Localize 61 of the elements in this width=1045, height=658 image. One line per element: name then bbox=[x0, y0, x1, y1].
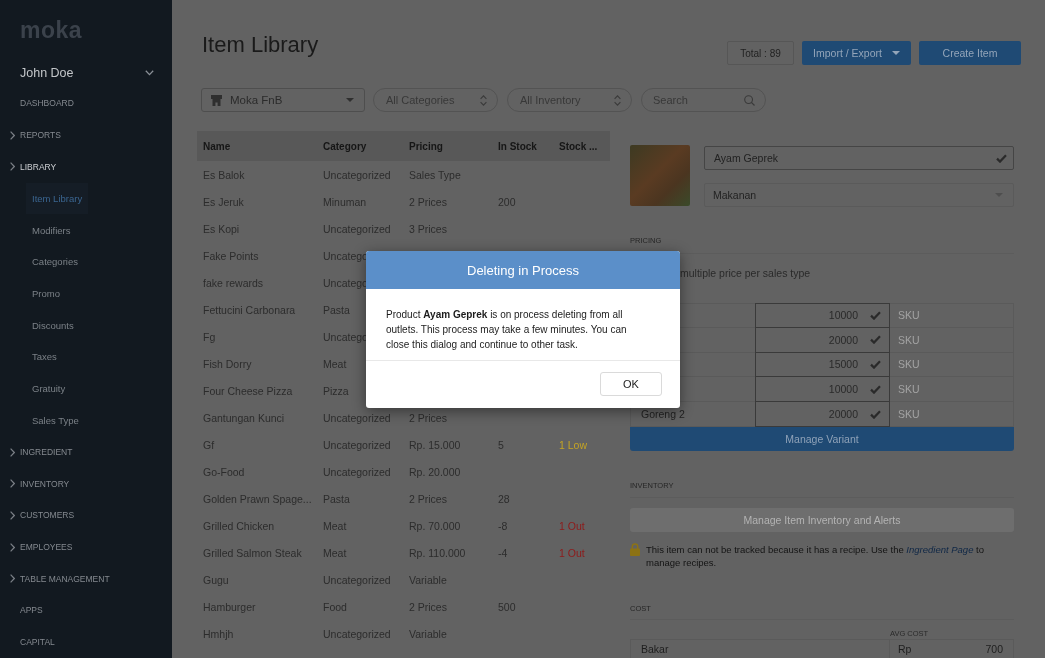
sidebar-item[interactable]: TABLE MANAGEMENT bbox=[0, 562, 110, 595]
avg-cost-field[interactable]: Rp 700 bbox=[890, 639, 1014, 658]
lock-icon bbox=[630, 543, 640, 556]
chevron-right-icon bbox=[10, 479, 15, 489]
dialog-message: Product Ayam Geprek is on process deleting from all outlets. This process may take a few minutes. You can close this dialog and continue to other task. bbox=[386, 308, 628, 352]
sidebar-subitem[interactable]: Gratuity bbox=[26, 372, 72, 405]
user-name[interactable]: John Doe bbox=[20, 66, 74, 81]
sku-input[interactable]: SKU bbox=[890, 303, 1014, 328]
column-header[interactable]: In Stock bbox=[498, 140, 537, 152]
sidebar-item[interactable]: INGREDIENT bbox=[0, 436, 73, 468]
chevron-right-icon bbox=[10, 542, 15, 552]
dialog-title: Deleting in Process bbox=[467, 262, 579, 278]
caret-down-icon bbox=[891, 51, 900, 55]
sidebar-subitem[interactable]: Discounts bbox=[26, 309, 80, 342]
sku-input[interactable]: SKU bbox=[890, 377, 1014, 403]
category-select[interactable]: Makanan bbox=[704, 183, 1014, 207]
column-header[interactable]: Stock ... bbox=[559, 140, 598, 152]
ingredient-page-link[interactable]: Ingredient Page bbox=[906, 544, 974, 555]
sidebar-item[interactable]: CAPITAL bbox=[0, 626, 55, 658]
stock-status-text: 1 Out bbox=[559, 546, 585, 559]
stock-status-text: 1 Low bbox=[559, 438, 588, 451]
sidebar-subitem[interactable]: Promo bbox=[26, 277, 66, 310]
cost-name: Bakar bbox=[641, 643, 669, 655]
chevron-right-icon bbox=[10, 162, 15, 172]
total-count: Total : 89 bbox=[727, 41, 794, 65]
caret-down-icon bbox=[346, 98, 354, 102]
sidebar-item[interactable]: REPORTS bbox=[0, 119, 61, 151]
create-item-button[interactable]: Create Item bbox=[919, 41, 1021, 65]
sidebar-item[interactable]: DASHBOARD bbox=[0, 87, 74, 120]
chevron-down-icon bbox=[145, 70, 154, 77]
sidebar-subitem[interactable]: Taxes bbox=[26, 341, 63, 373]
sidebar-subitem[interactable]: Modifiers bbox=[26, 214, 77, 247]
up-down-chevron-icon bbox=[480, 94, 487, 106]
sku-input[interactable]: SKU bbox=[890, 402, 1014, 427]
page-title: Item Library bbox=[202, 31, 319, 59]
manage-variant-button[interactable]: Manage Variant bbox=[630, 427, 1014, 451]
import-export-button[interactable]: Import / Export bbox=[802, 41, 911, 65]
chevron-right-icon bbox=[10, 130, 15, 140]
sku-input[interactable]: SKU bbox=[890, 352, 1014, 378]
sidebar-item[interactable]: LIBRARY bbox=[0, 151, 57, 183]
sidebar-item[interactable]: CUSTOMERS bbox=[0, 499, 75, 532]
column-header[interactable]: Category bbox=[323, 140, 367, 152]
inventory-note: This item can not be tracked because it has a recipe. Use the Ingredient Page to manage recipes. bbox=[646, 543, 985, 569]
chevron-right-icon bbox=[10, 447, 15, 457]
search-icon bbox=[744, 94, 755, 106]
sku-input[interactable]: SKU bbox=[890, 327, 1014, 353]
sidebar-item[interactable]: INVENTORY bbox=[0, 467, 70, 500]
sidebar-item[interactable]: APPS bbox=[0, 594, 43, 627]
chevron-right-icon bbox=[10, 510, 15, 520]
sidebar-subitem[interactable]: Item Library bbox=[26, 182, 89, 215]
ok-button[interactable]: OK bbox=[600, 372, 662, 396]
sidebar-item[interactable]: EMPLOYEES bbox=[0, 531, 73, 563]
store-icon bbox=[211, 94, 222, 106]
item-name-field[interactable]: Ayam Geprek bbox=[704, 146, 1014, 170]
chevron-right-icon bbox=[10, 574, 15, 584]
up-down-chevron-icon bbox=[614, 94, 621, 106]
sidebar-subitem[interactable]: Categories bbox=[26, 246, 84, 278]
column-header[interactable]: Pricing bbox=[409, 140, 443, 152]
column-header[interactable]: Name bbox=[203, 140, 231, 152]
stock-status-text: 1 Out bbox=[559, 519, 585, 532]
sidebar-subitem[interactable]: Sales Type bbox=[26, 404, 85, 437]
